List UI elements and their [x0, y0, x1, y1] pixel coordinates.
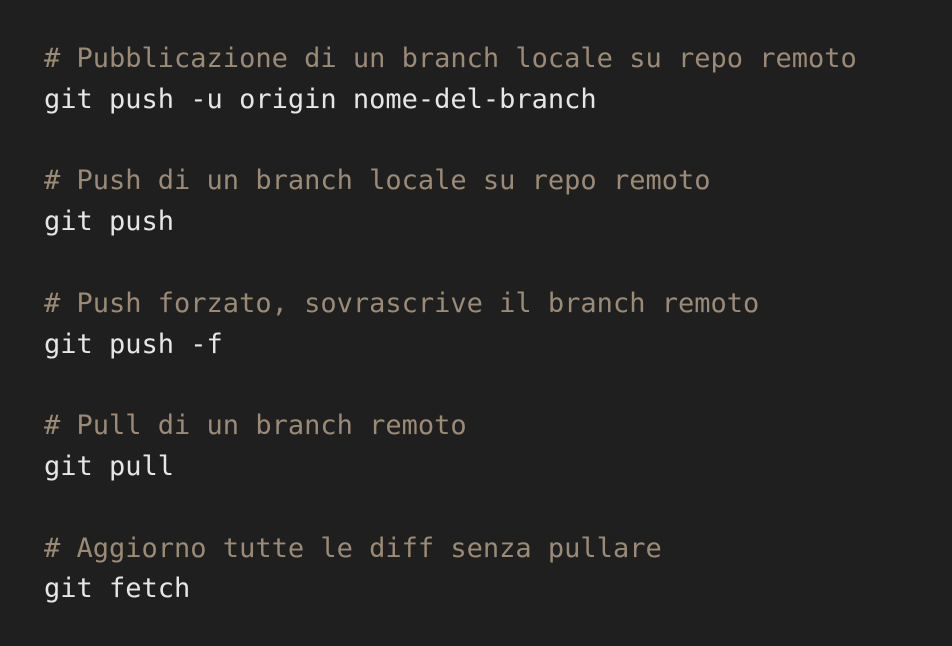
code-command-push: git push — [44, 206, 175, 238]
code-command-push-upstream: git push -u origin nome-del-branch — [44, 83, 597, 115]
code-command-fetch: git fetch — [44, 573, 191, 605]
code-comment-pull-branch: # Pull di un branch remoto — [44, 410, 467, 442]
code-command-force-push: git push -f — [44, 328, 223, 360]
code-block[interactable]: # Pubblicazione di un branch locale su r… — [0, 0, 952, 646]
code-comment-push-branch: # Push di un branch locale su repo remot… — [44, 165, 711, 197]
code-comment-fetch: # Aggiorno tutte le diff senza pullare — [44, 532, 662, 564]
code-comment-force-push: # Push forzato, sovrascrive il branch re… — [44, 287, 760, 319]
code-comment-publish-branch: # Pubblicazione di un branch locale su r… — [44, 43, 857, 74]
code-command-pull: git pull — [44, 450, 175, 482]
